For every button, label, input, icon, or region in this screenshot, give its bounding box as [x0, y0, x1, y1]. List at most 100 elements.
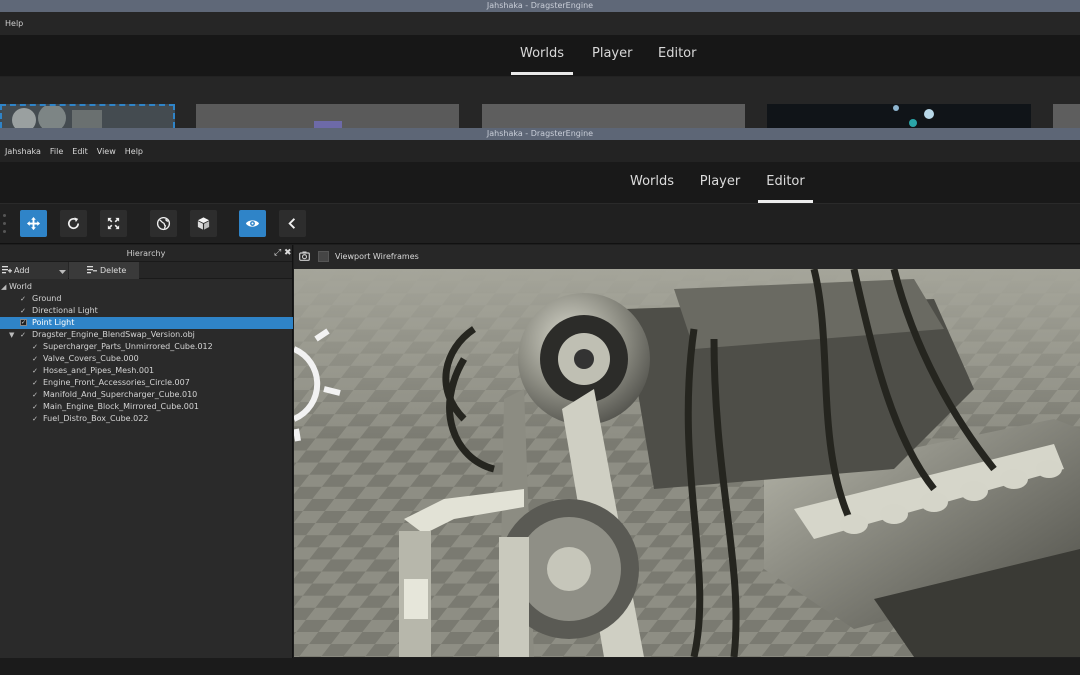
world-thumbnail-selected[interactable] — [0, 104, 175, 132]
tree-item-mesh[interactable]: ✓ Main_Engine_Block_Mirrored_Cube.001 — [0, 401, 293, 413]
rotate-tool-button[interactable] — [60, 210, 87, 237]
delete-button-label: Delete — [100, 266, 127, 275]
delete-list-icon — [87, 266, 97, 274]
visibility-check-icon[interactable]: ✓ — [19, 305, 27, 317]
visibility-check-icon[interactable]: ✓ — [20, 319, 27, 326]
rotate-icon — [68, 217, 80, 230]
tree-item-mesh[interactable]: ✓ Fuel_Distro_Box_Cube.022 — [0, 413, 293, 425]
globe-icon — [156, 216, 171, 231]
hierarchy-title: Hierarchy — [126, 249, 166, 258]
editor-window: Jahshaka - DragsterEngine Jahshaka File … — [0, 128, 1080, 675]
background-menu-help[interactable]: Help — [5, 19, 23, 28]
menu-edit[interactable]: Edit — [72, 147, 88, 156]
close-icon[interactable]: ✖ — [284, 245, 292, 262]
viewport-render — [294, 269, 1080, 657]
eye-icon — [245, 220, 260, 227]
tab-worlds[interactable]: Worlds — [628, 162, 676, 203]
tree-item-label: Directional Light — [32, 306, 98, 315]
toolbar-grip-dot[interactable] — [3, 214, 6, 217]
background-tab-worlds[interactable]: Worlds — [511, 35, 573, 75]
background-tab-editor[interactable]: Editor — [658, 35, 696, 75]
add-list-icon — [2, 266, 12, 274]
tree-item-mesh[interactable]: ✓ Engine_Front_Accessories_Circle.007 — [0, 377, 293, 389]
visibility-check-icon[interactable]: ✓ — [31, 365, 39, 377]
tree-item-label: Hoses_and_Pipes_Mesh.001 — [43, 366, 155, 375]
tree-item-mesh[interactable]: ✓ Hoses_and_Pipes_Mesh.001 — [0, 365, 293, 377]
hierarchy-tree: ◢ World ✓ Ground ✓ Directional Light ✓ P… — [0, 281, 293, 425]
hierarchy-header: Hierarchy ⤢ ✖ — [0, 245, 292, 262]
thumbnail-image — [314, 121, 342, 128]
visibility-toggle-button[interactable] — [239, 210, 266, 237]
world-thumbnail[interactable] — [767, 104, 1031, 128]
tree-item-mesh[interactable]: ✓ Valve_Covers_Cube.000 — [0, 353, 293, 365]
tree-item-point-light[interactable]: ✓ Point Light — [0, 317, 293, 329]
visibility-check-icon[interactable]: ✓ — [31, 413, 39, 425]
visibility-check-icon[interactable]: ✓ — [31, 401, 39, 413]
expand-arrow-icon[interactable]: ◢ — [1, 281, 9, 293]
global-space-button[interactable] — [150, 210, 177, 237]
wireframes-checkbox[interactable] — [318, 251, 329, 262]
visibility-check-icon[interactable]: ✓ — [31, 353, 39, 365]
tree-item-label: World — [9, 282, 32, 291]
tree-item-directional-light[interactable]: ✓ Directional Light — [0, 305, 293, 317]
background-tab-player[interactable]: Player — [592, 35, 632, 75]
tree-item-ground[interactable]: ✓ Ground — [0, 293, 293, 305]
viewport-toolbar: Viewport Wireframes — [294, 245, 1080, 269]
tree-item-label: Engine_Front_Accessories_Circle.007 — [43, 378, 190, 387]
expand-arrow-icon[interactable]: ▼ — [9, 329, 17, 341]
visibility-check-icon[interactable]: ✓ — [31, 389, 39, 401]
background-window-titlebar: Jahshaka - DragsterEngine — [0, 0, 1080, 12]
translate-tool-button[interactable] — [20, 210, 47, 237]
editor-toolbar — [0, 204, 1080, 244]
world-thumbnail[interactable] — [482, 104, 745, 128]
dropdown-arrow-icon — [59, 270, 66, 274]
world-thumbnail[interactable] — [196, 104, 459, 128]
scale-icon — [107, 217, 120, 230]
menu-help[interactable]: Help — [125, 147, 143, 156]
menubar: Jahshaka File Edit View Help — [0, 140, 1080, 162]
3d-viewport[interactable] — [294, 269, 1080, 657]
local-space-button[interactable] — [190, 210, 217, 237]
visibility-check-icon[interactable]: ✓ — [19, 293, 27, 305]
tree-item-label: Dragster_Engine_BlendSwap_Version.obj — [32, 330, 195, 339]
tree-item-label: Fuel_Distro_Box_Cube.022 — [43, 414, 149, 423]
visibility-check-icon[interactable]: ✓ — [31, 341, 39, 353]
toolbar-grip-dot[interactable] — [3, 230, 6, 233]
undock-icon[interactable]: ⤢ — [274, 245, 281, 262]
move-icon — [26, 216, 41, 231]
hierarchy-panel: Hierarchy ⤢ ✖ Add Delete ◢ World ✓ Groun… — [0, 245, 293, 658]
tree-item-label: Supercharger_Parts_Unmirrored_Cube.012 — [43, 342, 213, 351]
tree-item-label: Main_Engine_Block_Mirrored_Cube.001 — [43, 402, 200, 411]
status-bar — [0, 658, 1080, 675]
cube-icon — [197, 217, 210, 230]
chevron-left-icon — [288, 218, 296, 229]
visibility-check-icon[interactable]: ✓ — [19, 329, 27, 341]
engine-thumbnail-image — [2, 104, 173, 132]
collapse-panel-button[interactable] — [279, 210, 306, 237]
toolbar-grip-dot[interactable] — [3, 222, 6, 225]
menu-file[interactable]: File — [50, 147, 63, 156]
add-button[interactable]: Add — [0, 262, 68, 279]
tree-item-label: Ground — [32, 294, 62, 303]
background-top-nav: Worlds Player Editor — [0, 35, 1080, 77]
tab-editor[interactable]: Editor — [758, 162, 813, 203]
thumbnail-image — [893, 105, 934, 127]
add-button-label: Add — [14, 266, 30, 275]
menu-jahshaka[interactable]: Jahshaka — [5, 147, 41, 156]
camera-icon[interactable] — [299, 251, 310, 261]
world-thumbnail[interactable] — [1053, 104, 1080, 128]
visibility-check-icon[interactable]: ✓ — [31, 377, 39, 389]
tree-item-mesh[interactable]: ✓ Manifold_And_Supercharger_Cube.010 — [0, 389, 293, 401]
top-nav: Worlds Player Editor — [0, 162, 1080, 204]
scale-tool-button[interactable] — [100, 210, 127, 237]
menu-view[interactable]: View — [97, 147, 116, 156]
wireframes-label: Viewport Wireframes — [335, 252, 419, 261]
tree-item-label: Point Light — [32, 318, 75, 327]
background-menubar: Help — [0, 12, 1080, 35]
tab-player[interactable]: Player — [697, 162, 743, 203]
delete-button[interactable]: Delete — [69, 262, 139, 279]
tree-item-mesh[interactable]: ✓ Supercharger_Parts_Unmirrored_Cube.012 — [0, 341, 293, 353]
tree-item-world[interactable]: ◢ World — [0, 281, 293, 293]
window-titlebar: Jahshaka - DragsterEngine — [0, 128, 1080, 140]
tree-item-dragster-engine[interactable]: ▼ ✓ Dragster_Engine_BlendSwap_Version.ob… — [0, 329, 293, 341]
